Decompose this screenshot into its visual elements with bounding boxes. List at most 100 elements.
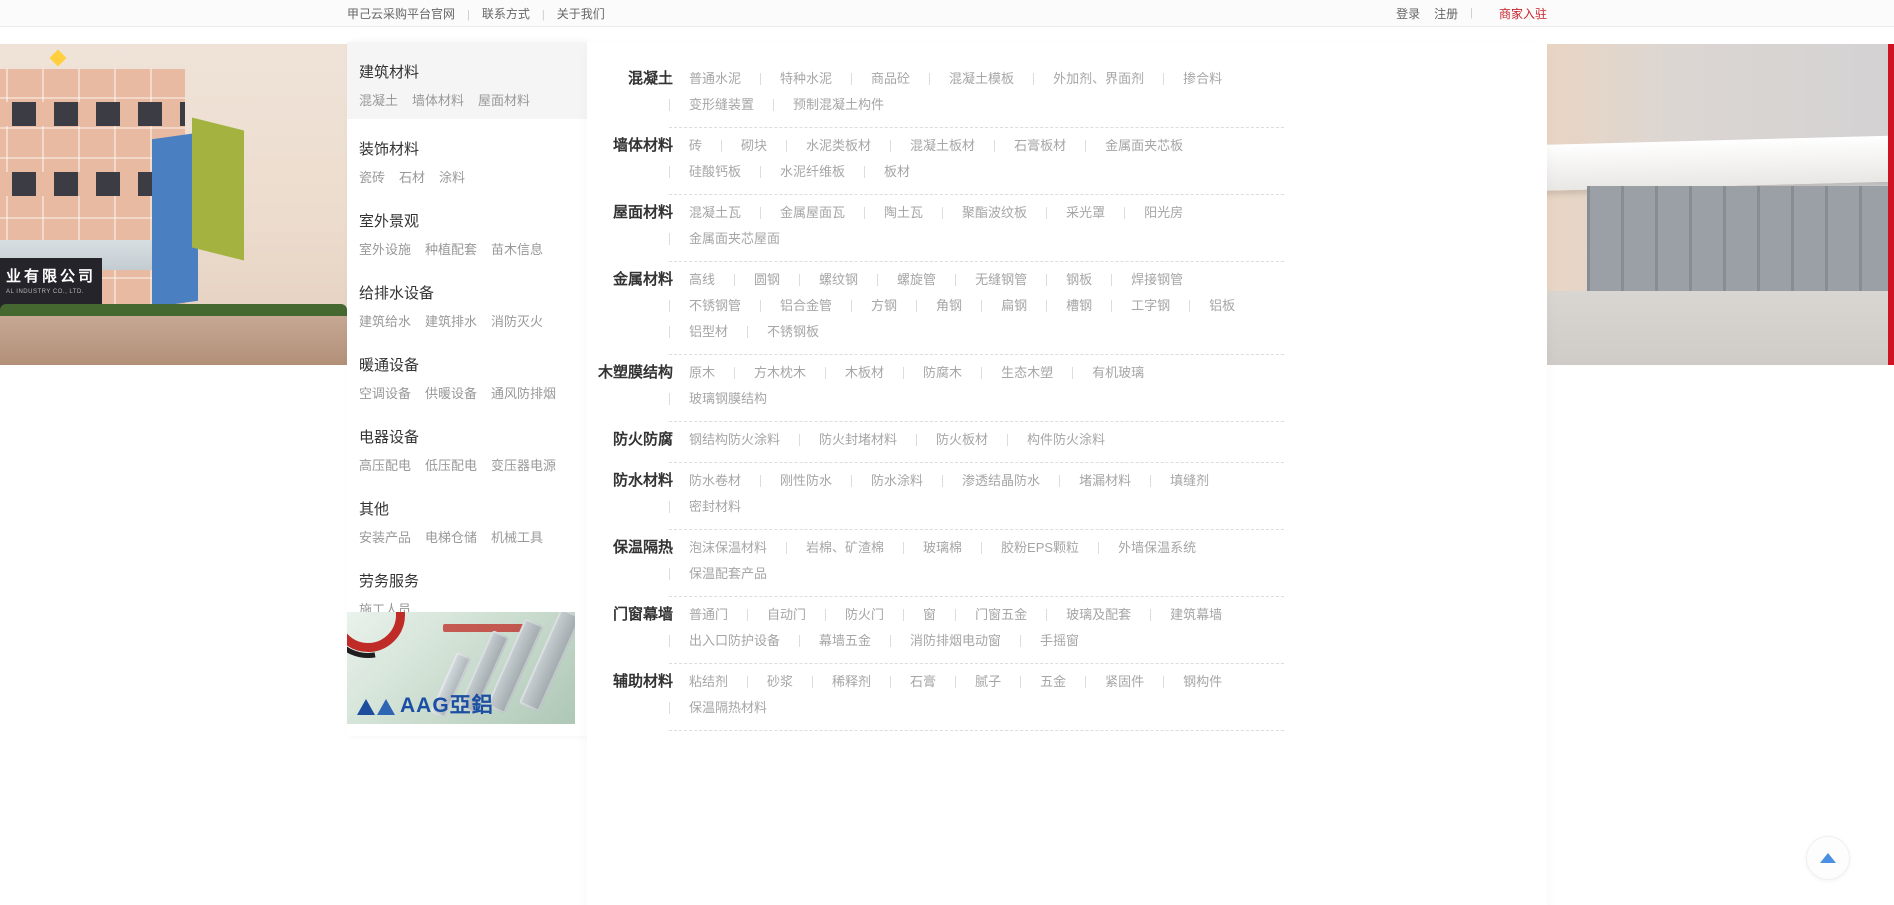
sidebar-sub-link[interactable]: 墙体材料 — [412, 93, 464, 108]
category-link[interactable]: 砌块 — [741, 133, 767, 159]
category-link[interactable]: 普通水泥 — [689, 66, 741, 92]
category-row-title[interactable]: 木塑膜结构 — [583, 360, 673, 386]
category-link[interactable]: 掺合料 — [1183, 66, 1222, 92]
category-link[interactable]: 螺纹钢 — [819, 267, 858, 293]
sidebar-group-title[interactable]: 其他 — [359, 502, 587, 518]
category-link[interactable]: 构件防火涂料 — [1027, 427, 1105, 453]
auth-link[interactable]: 注册 — [1434, 7, 1458, 21]
category-row-title[interactable]: 保温隔热 — [583, 535, 673, 561]
sidebar-sub-link[interactable]: 种植配套 — [425, 242, 477, 257]
category-link[interactable]: 方木枕木 — [754, 360, 806, 386]
category-link[interactable]: 渗透结晶防水 — [962, 468, 1040, 494]
category-link[interactable]: 角钢 — [936, 293, 962, 319]
category-link[interactable]: 钢构件 — [1183, 669, 1222, 695]
category-link[interactable]: 扁钢 — [1001, 293, 1027, 319]
sidebar-sub-link[interactable]: 机械工具 — [491, 530, 543, 545]
sidebar-sub-link[interactable]: 混凝土 — [359, 93, 398, 108]
sidebar-group-title[interactable]: 建筑材料 — [359, 65, 587, 81]
category-link[interactable]: 保温配套产品 — [689, 561, 767, 587]
category-link[interactable]: 不锈钢管 — [689, 293, 741, 319]
category-link[interactable]: 密封材料 — [689, 494, 741, 520]
sidebar-sub-link[interactable]: 消防灭火 — [491, 314, 543, 329]
sidebar-sub-link[interactable]: 瓷砖 — [359, 170, 385, 185]
category-link[interactable]: 螺旋管 — [897, 267, 936, 293]
category-link[interactable]: 聚酯波纹板 — [962, 200, 1027, 226]
sidebar-group-title[interactable]: 暖通设备 — [359, 358, 587, 374]
sidebar-ad-banner[interactable]: AAG亞鋁 — [347, 612, 575, 724]
category-link[interactable]: 高线 — [689, 267, 715, 293]
sidebar-sub-link[interactable]: 通风防排烟 — [491, 386, 556, 401]
category-link[interactable]: 防火板材 — [936, 427, 988, 453]
sidebar-sub-link[interactable]: 低压配电 — [425, 458, 477, 473]
category-link[interactable]: 陶土瓦 — [884, 200, 923, 226]
category-link[interactable]: 自动门 — [767, 602, 806, 628]
auth-link[interactable]: 登录 — [1396, 7, 1420, 21]
sidebar-sub-link[interactable]: 变压器电源 — [491, 458, 556, 473]
category-link[interactable]: 木板材 — [845, 360, 884, 386]
category-link[interactable]: 防火门 — [845, 602, 884, 628]
carousel-banner-right[interactable] — [1547, 44, 1894, 365]
category-row-title[interactable]: 金属材料 — [583, 267, 673, 293]
category-link[interactable]: 手摇窗 — [1040, 628, 1079, 654]
topbar-link[interactable]: 甲己云采购平台官网 — [347, 7, 455, 21]
category-link[interactable]: 出入口防护设备 — [689, 628, 780, 654]
category-link[interactable]: 五金 — [1040, 669, 1066, 695]
sidebar-sub-link[interactable]: 建筑排水 — [425, 314, 477, 329]
category-link[interactable]: 铝合金管 — [780, 293, 832, 319]
category-link[interactable]: 泡沫保温材料 — [689, 535, 767, 561]
category-link[interactable]: 外加剂、界面剂 — [1053, 66, 1144, 92]
category-link[interactable]: 普通门 — [689, 602, 728, 628]
category-link[interactable]: 混凝土板材 — [910, 133, 975, 159]
category-link[interactable]: 水泥纤维板 — [780, 159, 845, 185]
category-link[interactable]: 工字钢 — [1131, 293, 1170, 319]
sidebar-sub-link[interactable]: 空调设备 — [359, 386, 411, 401]
category-link[interactable]: 窗 — [923, 602, 936, 628]
sidebar-group-title[interactable]: 劳务服务 — [359, 574, 587, 590]
category-link[interactable]: 砖 — [689, 133, 702, 159]
category-row-title[interactable]: 屋面材料 — [583, 200, 673, 226]
category-link[interactable]: 玻璃钢膜结构 — [689, 386, 767, 412]
category-link[interactable]: 金属面夹芯屋面 — [689, 226, 780, 252]
category-link[interactable]: 玻璃及配套 — [1066, 602, 1131, 628]
category-link[interactable]: 钢结构防火涂料 — [689, 427, 780, 453]
sidebar-sub-link[interactable]: 安装产品 — [359, 530, 411, 545]
category-link[interactable]: 原木 — [689, 360, 715, 386]
sidebar-group-title[interactable]: 装饰材料 — [359, 142, 587, 158]
sidebar-group-title[interactable]: 室外景观 — [359, 214, 587, 230]
sidebar-sub-link[interactable]: 高压配电 — [359, 458, 411, 473]
category-link[interactable]: 方钢 — [871, 293, 897, 319]
category-link[interactable]: 钢板 — [1066, 267, 1092, 293]
category-link[interactable]: 腻子 — [975, 669, 1001, 695]
category-link[interactable]: 石膏 — [910, 669, 936, 695]
category-link[interactable]: 特种水泥 — [780, 66, 832, 92]
sidebar-group-title[interactable]: 电器设备 — [359, 430, 587, 446]
category-link[interactable]: 防水涂料 — [871, 468, 923, 494]
category-link[interactable]: 胶粉EPS颗粒 — [1001, 535, 1079, 561]
sidebar-sub-link[interactable]: 屋面材料 — [478, 93, 530, 108]
sidebar-sub-link[interactable]: 石材 — [399, 170, 425, 185]
category-link[interactable]: 幕墙五金 — [819, 628, 871, 654]
category-link[interactable]: 无缝钢管 — [975, 267, 1027, 293]
category-link[interactable]: 不锈钢板 — [767, 319, 819, 345]
topbar-link[interactable]: 联系方式 — [482, 7, 530, 21]
category-link[interactable]: 槽钢 — [1066, 293, 1092, 319]
category-link[interactable]: 填缝剂 — [1170, 468, 1209, 494]
category-link[interactable]: 防火封堵材料 — [819, 427, 897, 453]
category-link[interactable]: 门窗五金 — [975, 602, 1027, 628]
category-link[interactable]: 板材 — [884, 159, 910, 185]
category-link[interactable]: 保温隔热材料 — [689, 695, 767, 721]
merchant-join-link[interactable]: 商家入驻 — [1499, 5, 1547, 22]
category-link[interactable]: 有机玻璃 — [1092, 360, 1144, 386]
category-link[interactable]: 岩棉、矿渣棉 — [806, 535, 884, 561]
category-link[interactable]: 商品砼 — [871, 66, 910, 92]
sidebar-sub-link[interactable]: 涂料 — [439, 170, 465, 185]
sidebar-sub-link[interactable]: 室外设施 — [359, 242, 411, 257]
category-link[interactable]: 圆钢 — [754, 267, 780, 293]
category-link[interactable]: 变形缝装置 — [689, 92, 754, 118]
category-link[interactable]: 防水卷材 — [689, 468, 741, 494]
category-link[interactable]: 金属面夹芯板 — [1105, 133, 1183, 159]
category-link[interactable]: 硅酸钙板 — [689, 159, 741, 185]
category-link[interactable]: 预制混凝土构件 — [793, 92, 884, 118]
category-link[interactable]: 外墙保温系统 — [1118, 535, 1196, 561]
sidebar-sub-link[interactable]: 电梯仓储 — [425, 530, 477, 545]
